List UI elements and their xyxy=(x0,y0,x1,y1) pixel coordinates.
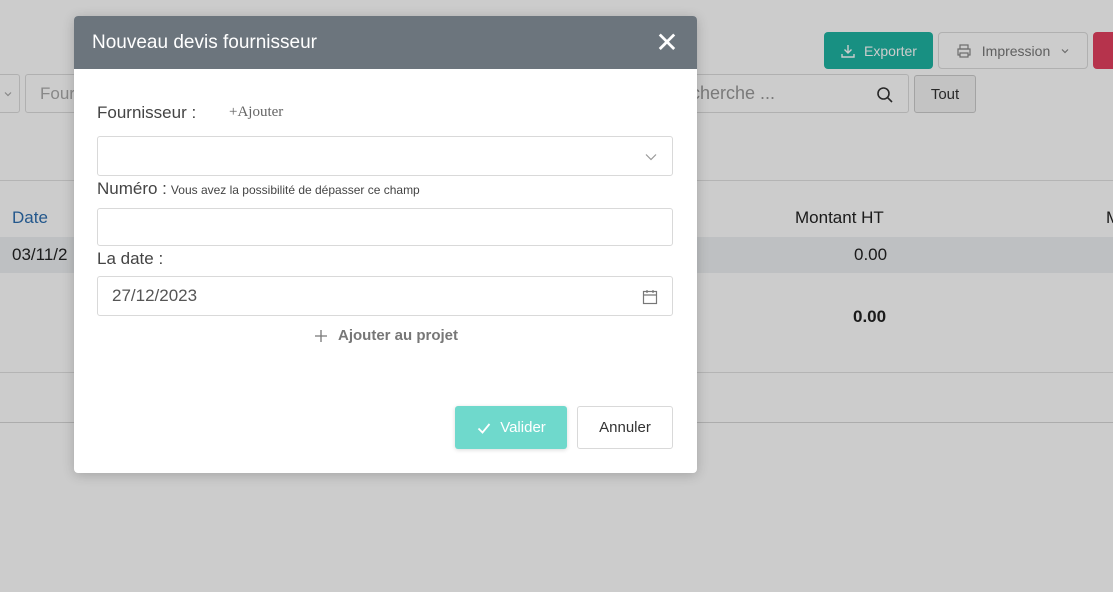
number-label: Numéro : xyxy=(97,179,167,198)
add-supplier-link[interactable]: +Ajouter xyxy=(229,104,283,121)
cancel-button[interactable]: Annuler xyxy=(577,406,673,449)
date-value: 27/12/2023 xyxy=(112,286,198,305)
supplier-select[interactable] xyxy=(97,136,673,176)
number-input[interactable] xyxy=(97,208,673,246)
supplier-label: Fournisseur : xyxy=(97,103,197,122)
add-to-project-label: Ajouter au projet xyxy=(338,327,459,344)
number-label-row: Numéro : Vous avez la possibilité de dépa… xyxy=(97,179,420,199)
new-supplier-quote-modal: Nouveau devis fournisseur ✕ Fournisseur … xyxy=(74,16,697,473)
calendar-icon[interactable] xyxy=(642,289,658,305)
plus-icon xyxy=(315,329,327,342)
add-to-project-button[interactable]: Ajouter au projet xyxy=(314,327,458,344)
close-icon[interactable]: ✕ xyxy=(655,28,679,56)
modal-header: Nouveau devis fournisseur ✕ xyxy=(74,16,697,69)
validate-button[interactable]: Valider xyxy=(455,406,567,449)
date-input[interactable]: 27/12/2023 xyxy=(97,276,673,316)
date-label: La date : xyxy=(97,249,164,268)
validate-label: Valider xyxy=(500,419,546,436)
check-icon xyxy=(478,422,491,434)
modal-title: Nouveau devis fournisseur xyxy=(92,31,317,53)
chevron-down-icon xyxy=(645,154,657,161)
number-hint: Vous avez la possibilité de dépasser ce … xyxy=(170,183,420,197)
